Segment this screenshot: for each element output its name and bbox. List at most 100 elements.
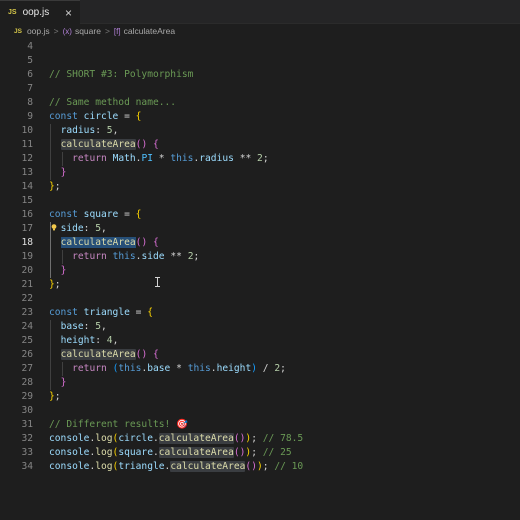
code-line-26[interactable]: 26 calculateArea() { — [0, 348, 520, 362]
code-line-27[interactable]: 27 return (this.base * this.height) / 2; — [0, 362, 520, 376]
line-number: 15 — [21, 195, 33, 206]
line-number: 7 — [27, 83, 33, 94]
line-number: 23 — [21, 307, 33, 318]
code-line-17[interactable]: 17 side: 5, — [0, 222, 520, 236]
tab-label: oop.js — [22, 7, 50, 18]
code-text[interactable]: const triangle = { — [49, 306, 153, 320]
code-text[interactable]: console.log(square.calculateArea()); // … — [49, 446, 292, 460]
line-number: 31 — [21, 419, 33, 430]
code-text[interactable]: }; — [49, 278, 61, 292]
line-number: 21 — [21, 279, 33, 290]
line-number: 25 — [21, 335, 33, 346]
code-line-6[interactable]: 6 // SHORT #3: Polymorphism — [0, 68, 520, 82]
line-number: 24 — [21, 321, 33, 332]
code-line-11[interactable]: 11 calculateArea() { — [0, 138, 520, 152]
line-number: 30 — [21, 405, 33, 416]
code-text[interactable]: }; — [49, 180, 61, 194]
code-text[interactable]: return (this.base * this.height) / 2; — [49, 362, 286, 376]
line-number: 9 — [27, 111, 33, 122]
line-number: 6 — [27, 69, 33, 80]
code-line-34[interactable]: 34 console.log(triangle.calculateArea());… — [0, 460, 520, 474]
code-line-30[interactable]: 30 — [0, 404, 520, 418]
code-text[interactable]: const square = { — [49, 208, 141, 222]
code-line-33[interactable]: 33 console.log(square.calculateArea()); /… — [0, 446, 520, 460]
code-line-7[interactable]: 7 — [0, 82, 520, 96]
code-line-22[interactable]: 22 — [0, 292, 520, 306]
code-text[interactable]: height: 4, — [49, 334, 119, 348]
code-line-21[interactable]: 21}; — [0, 278, 520, 292]
js-file-icon: JS — [8, 9, 17, 16]
code-line-15[interactable]: 15 — [0, 194, 520, 208]
code-text[interactable]: side: 5, — [49, 222, 107, 236]
code-line-20[interactable]: 20 } — [0, 264, 520, 278]
js-file-icon: JS — [14, 27, 22, 35]
code-text[interactable]: return this.side ** 2; — [49, 250, 199, 264]
code-text[interactable]: calculateArea() { — [49, 348, 159, 362]
line-number: 12 — [21, 153, 33, 164]
code-line-25[interactable]: 25 height: 4, — [0, 334, 520, 348]
code-line-24[interactable]: 24 base: 5, — [0, 320, 520, 334]
code-text[interactable]: console.log(circle.calculateArea()); // … — [49, 432, 303, 446]
code-line-8[interactable]: 8 // Same method name... — [0, 96, 520, 110]
variable-symbol-icon: (x) — [62, 26, 72, 36]
tab-bar: JS oop.js × — [0, 0, 520, 24]
line-number: 4 — [27, 41, 33, 52]
code-line-4[interactable]: 4 — [0, 40, 520, 54]
code-text[interactable]: // Same method name... — [49, 96, 176, 110]
code-text[interactable]: } — [49, 376, 67, 390]
line-number: 13 — [21, 167, 33, 178]
line-number: 27 — [21, 363, 33, 374]
code-line-19[interactable]: 19 return this.side ** 2; — [0, 250, 520, 264]
line-number: 14 — [21, 181, 33, 192]
code-text[interactable]: console.log(triangle.calculateArea()); /… — [49, 460, 303, 474]
code-text[interactable]: // Different results! 🎯 — [49, 418, 188, 432]
code-text[interactable]: calculateArea() { — [49, 138, 159, 152]
code-text[interactable]: }; — [49, 390, 61, 404]
line-number: 11 — [21, 139, 33, 150]
breadcrumb-symbol[interactable]: square — [75, 26, 101, 36]
breadcrumb-function[interactable]: calculateArea — [124, 26, 176, 36]
line-number: 28 — [21, 377, 33, 388]
text-cursor-icon — [155, 277, 162, 287]
line-number: 32 — [21, 433, 33, 444]
code-line-28[interactable]: 28 } — [0, 376, 520, 390]
line-number: 34 — [21, 461, 33, 472]
code-text[interactable]: } — [49, 166, 67, 180]
line-number: 17 — [21, 223, 33, 234]
lightbulb-icon[interactable] — [51, 224, 57, 231]
code-line-16[interactable]: 16 const square = { — [0, 208, 520, 222]
code-line-23[interactable]: 23 const triangle = { — [0, 306, 520, 320]
code-line-32[interactable]: 32 console.log(circle.calculateArea()); /… — [0, 432, 520, 446]
code-line-12[interactable]: 12 return Math.PI * this.radius ** 2; — [0, 152, 520, 166]
code-line-13[interactable]: 13 } — [0, 166, 520, 180]
tab-oop-js[interactable]: JS oop.js × — [0, 0, 80, 24]
code-text[interactable]: base: 5, — [49, 320, 107, 334]
code-text[interactable]: const circle = { — [49, 110, 141, 124]
line-number: 20 — [21, 265, 33, 276]
code-text[interactable]: // SHORT #3: Polymorphism — [49, 68, 193, 82]
code-line-18[interactable]: 18 calculateArea() { — [0, 236, 520, 250]
close-icon[interactable]: × — [65, 6, 72, 20]
code-line-10[interactable]: 10 radius: 5, — [0, 124, 520, 138]
code-line-29[interactable]: 29}; — [0, 390, 520, 404]
code-line-14[interactable]: 14}; — [0, 180, 520, 194]
breadcrumb-separator: > — [104, 26, 110, 36]
line-number: 22 — [21, 293, 33, 304]
code-text[interactable]: calculateArea() { — [49, 236, 159, 250]
function-symbol-icon: [f] — [113, 26, 121, 36]
code-text[interactable]: return Math.PI * this.radius ** 2; — [49, 152, 268, 166]
line-number: 10 — [21, 125, 33, 136]
breadcrumb-separator: > — [53, 26, 59, 36]
code-line-31[interactable]: 31 // Different results! 🎯 — [0, 418, 520, 432]
breadcrumb-file[interactable]: oop.js — [27, 26, 50, 36]
code-editor[interactable]: 4 5 6 // SHORT #3: Polymorphism 7 8 // Same me… — [0, 40, 520, 520]
code-text[interactable]: } — [49, 264, 67, 278]
line-number: 8 — [27, 97, 33, 108]
line-number: 5 — [27, 55, 33, 66]
code-text[interactable]: radius: 5, — [49, 124, 119, 138]
line-number: 33 — [21, 447, 33, 458]
code-line-9[interactable]: 9 const circle = { — [0, 110, 520, 124]
line-number: 29 — [21, 391, 33, 402]
code-line-5[interactable]: 5 — [0, 54, 520, 68]
line-number: 19 — [21, 251, 33, 262]
